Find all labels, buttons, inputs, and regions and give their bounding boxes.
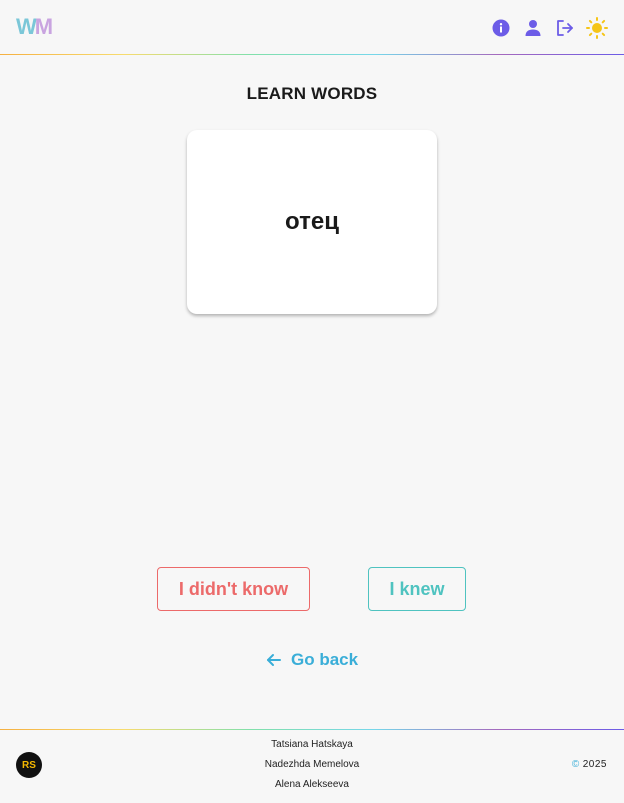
app-logo[interactable]: WM [16,14,53,39]
page-title: LEARN WORDS [246,84,378,103]
arrow-left-icon [267,654,281,666]
user-icon[interactable] [522,17,544,39]
go-back-link[interactable]: Go back [265,648,358,672]
copyright-year: 2025 [582,759,607,770]
sun-icon[interactable] [586,17,608,39]
logo-letter-w: W [16,14,37,39]
didnt-know-button[interactable]: I didn't know [157,567,310,611]
footer: RS Tatsiana Hatskaya Nadezhda Memelova A… [0,730,624,803]
author-link[interactable]: Alena Alekseeva [0,779,624,799]
word-card[interactable]: отец [187,130,437,314]
copyright-symbol: © [571,759,580,770]
page: WM LEARN WORDS отец I didn't know I knew… [0,0,624,803]
author-link[interactable]: Nadezhda Memelova [0,759,624,779]
header-divider [0,54,624,55]
copyright: © 2025 [572,759,607,770]
header: WM [0,0,624,54]
info-icon[interactable] [490,17,512,39]
header-icons [490,16,608,40]
go-back-label: Go back [291,650,359,669]
logo-letter-m: M [34,14,53,39]
logout-icon[interactable] [554,17,576,39]
knew-button[interactable]: I knew [368,567,466,611]
card-word: отец [285,208,339,235]
authors-list: Tatsiana Hatskaya Nadezhda Memelova Alen… [0,739,624,799]
author-link[interactable]: Tatsiana Hatskaya [0,739,624,759]
